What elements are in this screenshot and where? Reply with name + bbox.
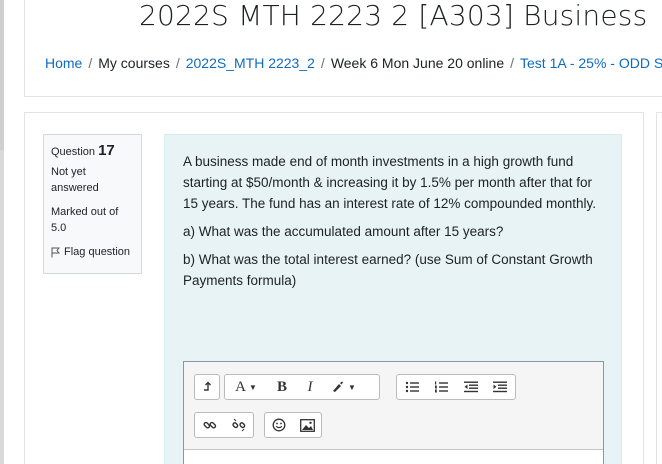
collapse-icon[interactable]	[195, 375, 219, 399]
breadcrumb-separator: /	[88, 55, 93, 71]
emoji-icon[interactable]	[265, 413, 293, 437]
unordered-list-icon[interactable]	[397, 375, 427, 399]
editor-toolbar: A ▼ B I ▼	[184, 362, 603, 450]
question-paragraph: a) What was the accumulated amount after…	[183, 224, 504, 239]
breadcrumb-separator: /	[175, 55, 180, 71]
toolbar-group-links	[194, 412, 254, 438]
answer-text-area[interactable]	[184, 450, 603, 464]
breadcrumb-home[interactable]: Home	[45, 55, 82, 71]
question-number-value: 17	[98, 142, 115, 159]
flag-question-button[interactable]: Flag question	[51, 244, 134, 260]
question-label: Question	[51, 146, 96, 158]
image-icon[interactable]	[293, 413, 321, 437]
indent-icon[interactable]	[486, 375, 516, 399]
question-text: A business made end of month investments…	[183, 151, 608, 298]
ordered-list-icon[interactable]	[427, 375, 457, 399]
toolbar-group-media	[264, 412, 322, 438]
unlink-icon[interactable]	[224, 413, 253, 437]
link-icon[interactable]	[195, 413, 224, 437]
question-paragraph: b) What was the total interest earned? (…	[183, 252, 593, 288]
chevron-down-icon: ▼	[248, 382, 257, 392]
toolbar-group-style: A ▼ B I ▼	[224, 374, 380, 400]
question-formulation: A business made end of month investments…	[164, 134, 622, 464]
breadcrumb-test[interactable]: Test 1A - 25% - ODD S	[520, 55, 662, 71]
font-size-button[interactable]: A ▼	[225, 375, 267, 399]
flag-question-label: Flag question	[64, 246, 131, 258]
answer-editor: A ▼ B I ▼	[183, 361, 604, 464]
breadcrumb-course[interactable]: 2022S_MTH 2223_2	[186, 55, 315, 71]
text-color-button[interactable]: ▼	[323, 375, 363, 399]
breadcrumb-separator: /	[510, 55, 515, 71]
question-paragraph: A business made end of month investments…	[183, 154, 597, 211]
outdent-icon[interactable]	[456, 375, 486, 399]
toolbar-group-lists	[396, 374, 516, 400]
italic-button[interactable]: I	[297, 375, 323, 399]
text-color-icon	[333, 381, 344, 392]
question-info: Question 17 Not yet answered Marked out …	[43, 134, 142, 274]
page-header: 2022S MTH 2223 2 [A303] Business Home / My…	[24, 0, 662, 97]
breadcrumb-week[interactable]: Week 6 Mon June 20 online	[331, 55, 504, 71]
breadcrumb: Home / My courses / 2022S_MTH 2223_2 / Week 6 …	[45, 55, 662, 71]
toolbar-group-collapse	[194, 374, 220, 400]
right-panel	[656, 112, 662, 464]
breadcrumb-separator: /	[320, 55, 325, 71]
chevron-down-icon: ▼	[348, 382, 356, 392]
breadcrumb-my-courses[interactable]: My courses	[98, 55, 170, 71]
question-state: Not yet answered	[51, 166, 99, 194]
font-size-label: A	[235, 378, 246, 395]
left-scroll-thumb[interactable]	[0, 0, 4, 150]
question-grade: Marked out of 5.0	[51, 206, 119, 234]
question-number: Question 17	[51, 143, 134, 160]
flag-icon	[51, 247, 60, 258]
page-title: 2022S MTH 2223 2 [A303] Business	[139, 0, 648, 32]
bold-button[interactable]: B	[267, 375, 297, 399]
